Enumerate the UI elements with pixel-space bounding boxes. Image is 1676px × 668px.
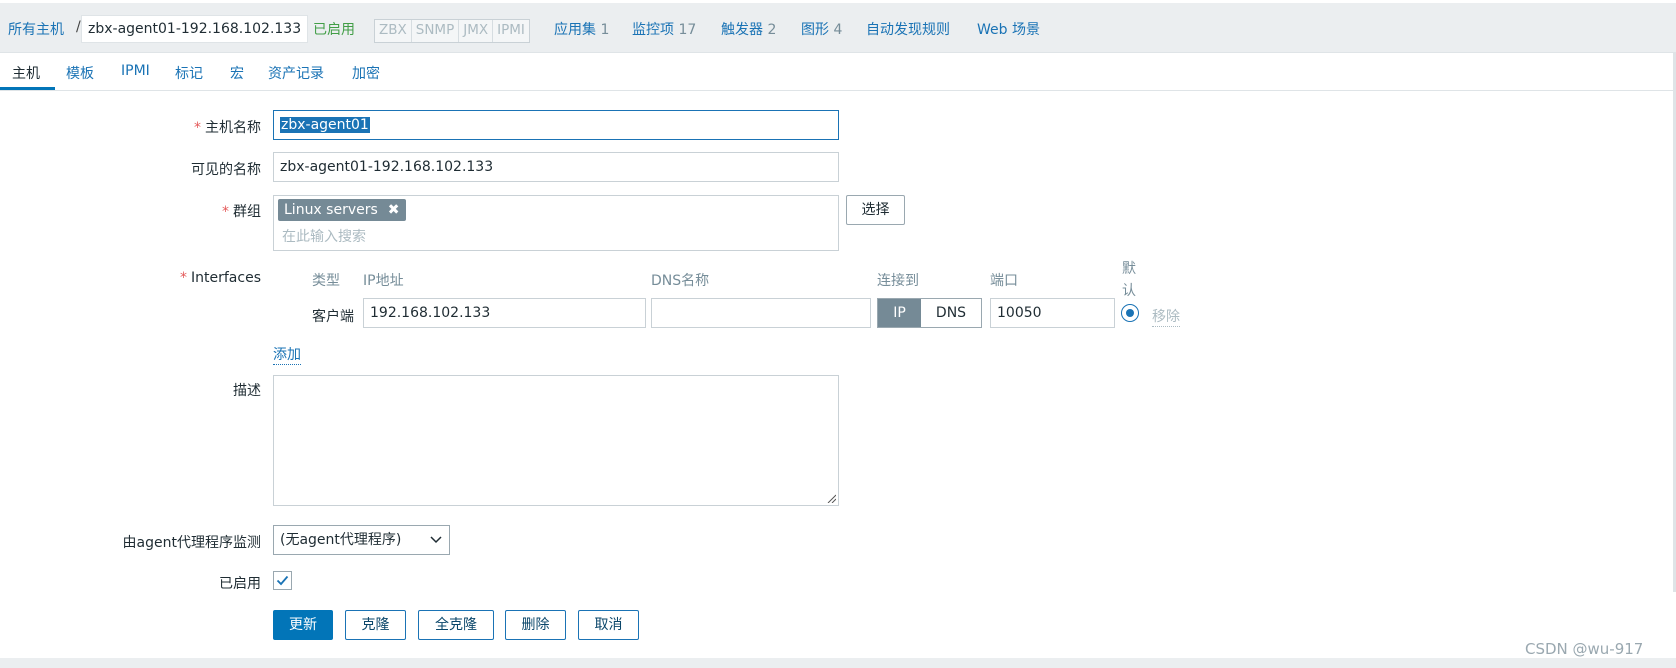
cancel-button[interactable]: 取消 — [578, 610, 639, 640]
interface-ip-input[interactable]: 192.168.102.133 — [363, 298, 646, 328]
host-name-label: * 主机名称 — [194, 120, 261, 136]
interfaces-label: * Interfaces — [180, 270, 261, 286]
update-button[interactable]: 更新 — [273, 610, 333, 640]
proxy-selected-value: (无agent代理程序) — [280, 532, 402, 548]
group-chip: Linux servers ✖ — [278, 199, 406, 221]
enabled-label: 已启用 — [219, 576, 261, 592]
breadcrumb-separator: / — [76, 19, 81, 35]
col-default-2: 认 — [1122, 283, 1136, 299]
interfaces-label-text: Interfaces — [191, 270, 261, 286]
enabled-checkbox[interactable] — [273, 571, 292, 590]
tab-inventory[interactable]: 资产记录 — [268, 63, 324, 83]
footer-strip — [0, 658, 1676, 668]
watermark: CSDN @wu-917 — [1525, 640, 1644, 658]
host-name-value: zbx-agent01 — [280, 117, 370, 133]
checkmark-icon — [276, 575, 289, 586]
nav-applications-label: 应用集 — [554, 22, 596, 38]
nav-items[interactable]: 监控项 17 — [632, 19, 696, 39]
col-type: 类型 — [312, 273, 340, 289]
tab-encryption[interactable]: 加密 — [352, 63, 380, 83]
full-clone-button[interactable]: 全克隆 — [418, 610, 494, 640]
col-dns: DNS名称 — [651, 273, 710, 289]
availability-zbx: ZBX — [375, 20, 412, 42]
nav-triggers-label: 触发器 — [721, 22, 763, 38]
groups-label-text: 群组 — [233, 204, 261, 220]
tab-host[interactable]: 主机 — [12, 63, 40, 83]
host-header-bar: 所有主机 / zbx-agent01-192.168.102.133 已启用 Z… — [0, 3, 1676, 53]
resize-handle-icon[interactable] — [826, 493, 836, 503]
tab-macros[interactable]: 宏 — [230, 63, 244, 83]
interface-type: 客户端 — [312, 309, 354, 325]
proxy-label: 由agent代理程序监测 — [122, 535, 261, 551]
col-port: 端口 — [990, 273, 1018, 289]
select-groups-button[interactable]: 选择 — [846, 195, 905, 225]
nav-graphs[interactable]: 图形 4 — [801, 19, 842, 39]
availability-snmp: SNMP — [411, 20, 460, 42]
nav-triggers-count: 2 — [767, 22, 777, 38]
connect-ip-button[interactable]: IP — [878, 299, 921, 327]
col-connect: 连接到 — [877, 273, 919, 289]
visible-name-label: 可见的名称 — [191, 162, 261, 178]
remove-chip-icon[interactable]: ✖ — [388, 202, 400, 218]
availability-jmx: JMX — [459, 20, 494, 42]
breadcrumb-current-host[interactable]: zbx-agent01-192.168.102.133 — [81, 15, 309, 43]
availability-indicators: ZBX SNMP JMX IPMI — [374, 19, 530, 43]
default-interface-radio[interactable] — [1121, 304, 1139, 322]
nav-applications-count: 1 — [600, 22, 610, 38]
nav-triggers[interactable]: 触发器 2 — [721, 19, 776, 39]
form-tabs: 主机 模板 IPMI 标记 宏 资产记录 加密 — [0, 52, 1676, 91]
host-name-label-text: 主机名称 — [205, 120, 261, 136]
col-default-1: 默 — [1122, 261, 1136, 277]
nav-items-count: 17 — [678, 22, 697, 38]
visible-name-input[interactable]: zbx-agent01-192.168.102.133 — [273, 152, 839, 182]
clone-button[interactable]: 克隆 — [345, 610, 406, 640]
host-status-badge[interactable]: 已启用 — [313, 19, 355, 39]
remove-interface-link[interactable]: 移除 — [1152, 306, 1180, 327]
col-ip: IP地址 — [363, 273, 404, 289]
nav-applications[interactable]: 应用集 1 — [554, 19, 609, 39]
nav-graphs-count: 4 — [833, 22, 843, 38]
tab-ipmi[interactable]: IPMI — [121, 63, 150, 79]
interface-port-input[interactable]: 10050 — [990, 298, 1115, 328]
groups-search-placeholder[interactable]: 在此输入搜索 — [282, 226, 366, 246]
nav-discovery-rules[interactable]: 自动发现规则 — [866, 19, 950, 39]
connect-dns-button[interactable]: DNS — [921, 299, 981, 327]
proxy-select[interactable]: (无agent代理程序) — [273, 525, 450, 555]
add-interface-link[interactable]: 添加 — [273, 344, 301, 365]
nav-web-scenarios[interactable]: Web 场景 — [977, 19, 1040, 39]
group-chip-label: Linux servers — [284, 202, 378, 218]
description-textarea[interactable] — [273, 375, 839, 506]
delete-button[interactable]: 删除 — [505, 610, 566, 640]
interface-dns-input[interactable] — [651, 298, 871, 328]
nav-graphs-label: 图形 — [801, 22, 829, 38]
chevron-down-icon — [430, 536, 442, 544]
host-name-input[interactable]: zbx-agent01 — [273, 110, 839, 140]
description-label: 描述 — [233, 383, 261, 399]
tab-templates[interactable]: 模板 — [66, 63, 94, 83]
groups-label: * 群组 — [222, 204, 261, 220]
availability-ipmi: IPMI — [493, 20, 529, 42]
tab-tags[interactable]: 标记 — [175, 63, 203, 83]
connect-to-toggle: IP DNS — [877, 298, 982, 328]
nav-items-label: 监控项 — [632, 22, 674, 38]
breadcrumb-all-hosts[interactable]: 所有主机 — [8, 19, 64, 39]
groups-multiselect[interactable]: Linux servers ✖ 在此输入搜索 — [273, 195, 839, 251]
active-tab-indicator — [0, 87, 55, 90]
